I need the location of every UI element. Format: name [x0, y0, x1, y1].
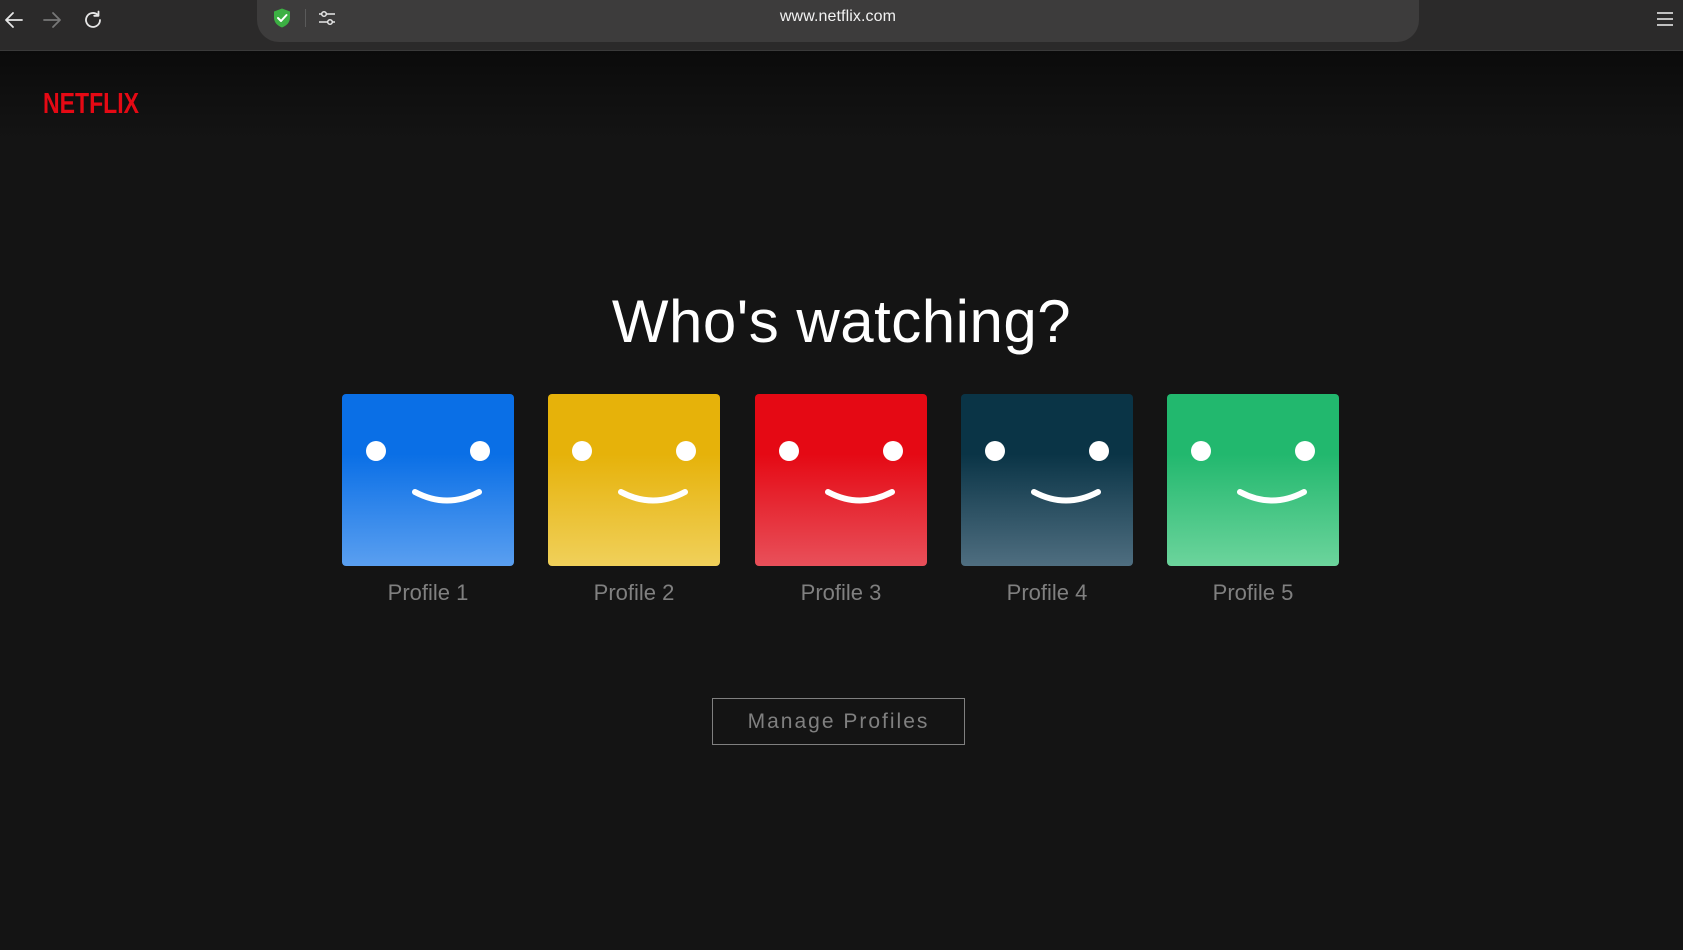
profile-avatar[interactable]: [755, 394, 927, 566]
arrow-right-icon: [43, 12, 61, 28]
back-button[interactable]: [0, 6, 28, 34]
smiley-face-icon: [366, 441, 490, 504]
manage-profiles-button[interactable]: Manage Profiles: [712, 698, 965, 745]
netflix-logo[interactable]: NETFLIX: [43, 87, 139, 117]
profile-name[interactable]: Profile 5: [1167, 580, 1339, 606]
arrow-left-icon: [5, 12, 23, 28]
page: NETFLIX Who's watching? Profile 1 Profil…: [0, 51, 1683, 950]
address-bar[interactable]: www.netflix.com: [257, 0, 1419, 42]
reload-icon: [85, 10, 101, 28]
profile-item[interactable]: Profile 2: [548, 394, 720, 606]
profile-avatar[interactable]: [342, 394, 514, 566]
logo-text: NETFLIX: [43, 88, 139, 117]
page-title: Who's watching?: [611, 288, 1072, 355]
profile-item[interactable]: Profile 5: [1167, 394, 1339, 606]
smiley-face-icon: [779, 441, 903, 504]
profile-name[interactable]: Profile 4: [961, 580, 1133, 606]
profile-list: Profile 1 Profile 2 Profile 3 Profile 4 …: [342, 394, 1342, 614]
profile-avatar[interactable]: [1167, 394, 1339, 566]
url-text[interactable]: www.netflix.com: [257, 8, 1419, 26]
profile-name[interactable]: Profile 2: [548, 580, 720, 606]
reload-button[interactable]: [79, 6, 107, 34]
smiley-face-icon: [985, 441, 1109, 504]
profile-item[interactable]: Profile 4: [961, 394, 1133, 606]
smiley-face-icon: [572, 441, 696, 504]
browser-toolbar: www.netflix.com: [0, 0, 1683, 51]
profile-name[interactable]: Profile 3: [755, 580, 927, 606]
profile-avatar[interactable]: [548, 394, 720, 566]
hamburger-menu-icon[interactable]: [1653, 8, 1677, 30]
profile-item[interactable]: Profile 1: [342, 394, 514, 606]
smiley-face-icon: [1191, 441, 1315, 504]
profile-name[interactable]: Profile 1: [342, 580, 514, 606]
forward-button[interactable]: [38, 6, 66, 34]
profile-avatar[interactable]: [961, 394, 1133, 566]
profile-item[interactable]: Profile 3: [755, 394, 927, 606]
